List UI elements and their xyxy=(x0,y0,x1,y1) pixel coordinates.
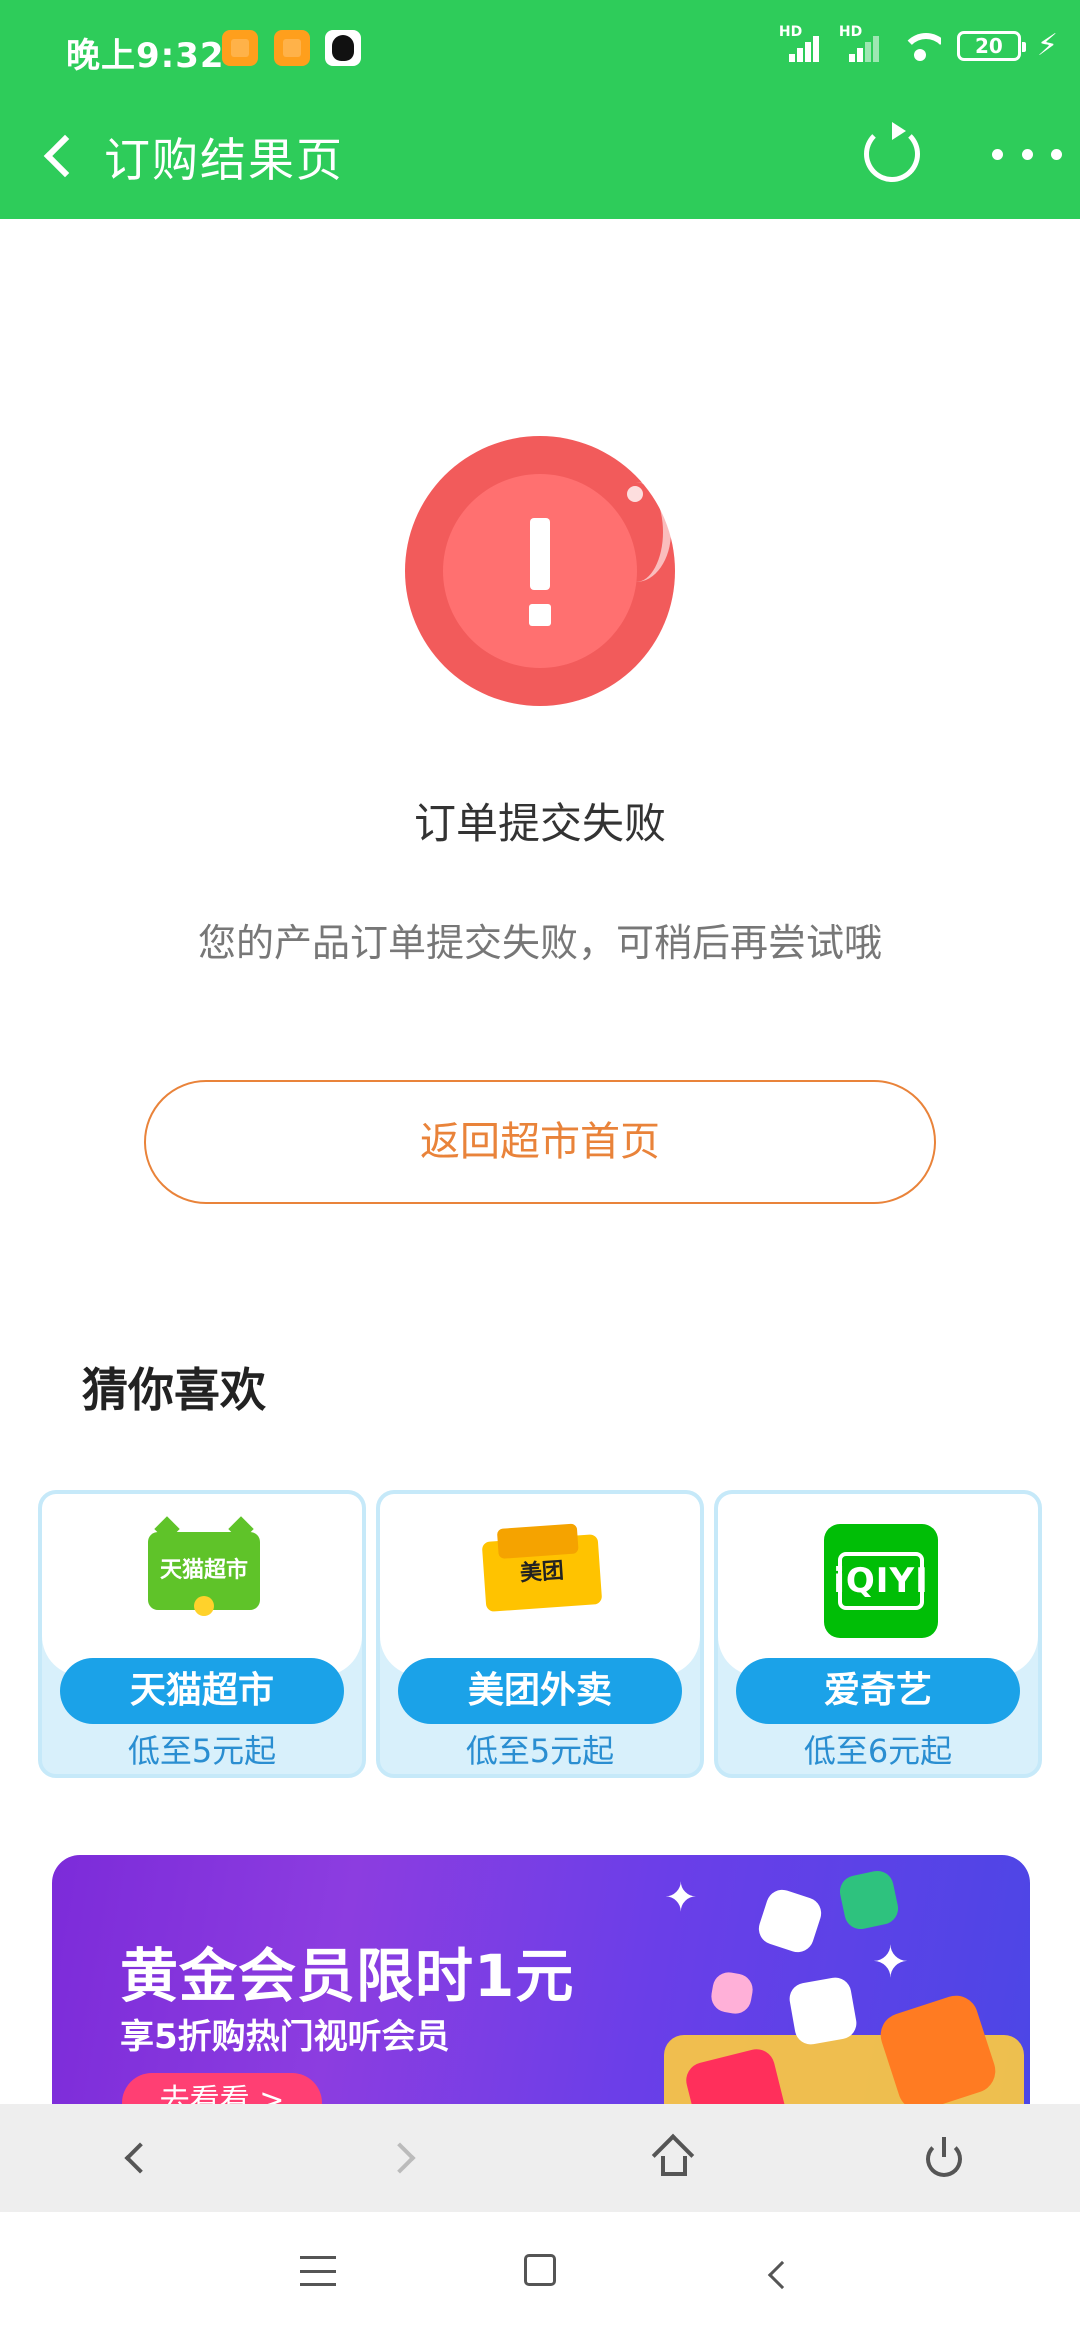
system-nav-bar xyxy=(0,2212,1080,2340)
promo-banner[interactable]: ✦ ✦ 黄金会员限时1元 享5折购热门视听会员 去看看 > xyxy=(52,1855,1030,2105)
charging-icon: ⚡ xyxy=(1036,28,1058,63)
sparkle-icon: ✦ xyxy=(872,1937,909,1988)
recommend-card-name: 天猫超市 xyxy=(60,1658,344,1724)
recommend-card-price: 低至6元起 xyxy=(803,1732,953,1770)
more-menu-button[interactable] xyxy=(992,144,1062,164)
recommend-card-tmall[interactable]: 天猫超市 天猫超市 低至5元起 xyxy=(38,1490,366,1778)
signal-icon: HD xyxy=(779,24,823,62)
recommend-card-meituan[interactable]: 美团 美团外卖 低至5元起 xyxy=(376,1490,704,1778)
notification-icon xyxy=(274,30,310,66)
tencent-video-app-icon xyxy=(787,1975,859,2047)
meituan-logo: 美团 xyxy=(481,1534,603,1612)
result-status: 订单提交失败 xyxy=(413,799,666,848)
return-home-button[interactable]: 返回超市首页 xyxy=(144,1080,936,1204)
power-icon[interactable] xyxy=(912,2126,976,2190)
signal-icon: HD xyxy=(839,24,883,62)
tmall-supermarket-logo: 天猫超市 xyxy=(148,1516,260,1616)
battery-icon: 20 xyxy=(956,30,1026,61)
home-icon[interactable] xyxy=(642,2126,706,2190)
page-title: 订购结果页 xyxy=(104,133,344,187)
banner-title: 黄金会员限时1元 xyxy=(120,1942,575,2010)
back-icon[interactable] xyxy=(104,2126,168,2190)
exclamation-icon xyxy=(405,436,675,706)
browser-toolbar xyxy=(0,2104,1080,2212)
iqiyi-logo: iQIYI xyxy=(824,1524,938,1638)
battery-level: 20 xyxy=(975,33,1003,58)
app-top-bar: 晚上9:32 HD HD 20 ⚡ 订购结果页 xyxy=(0,0,1080,219)
status-bar: 晚上9:32 HD HD 20 ⚡ xyxy=(0,0,1080,98)
app-icon xyxy=(708,1969,756,2017)
youku-app-icon xyxy=(754,1885,826,1957)
notification-icon xyxy=(222,30,258,66)
status-indicators: HD HD 20 ⚡ xyxy=(779,24,1058,64)
home-square-icon[interactable] xyxy=(524,2254,556,2286)
recommend-card-name: 爱奇艺 xyxy=(736,1658,1020,1724)
qq-icon xyxy=(325,30,361,66)
back-button[interactable] xyxy=(30,120,90,192)
recommend-list: 天猫超市 天猫超市 低至5元起 美团 美团外卖 低至5元起 iQIYI 爱奇艺 … xyxy=(38,1490,1042,1780)
refresh-button[interactable] xyxy=(860,122,924,186)
recommend-card-name: 美团外卖 xyxy=(398,1658,682,1724)
forward-icon[interactable] xyxy=(372,2126,436,2190)
banner-button[interactable]: 去看看 > xyxy=(122,2073,322,2105)
banner-subtitle: 享5折购热门视听会员 xyxy=(120,2017,450,2057)
recommend-title: 猜你喜欢 xyxy=(82,1363,266,1417)
recommend-card-price: 低至5元起 xyxy=(127,1732,277,1770)
recommend-card-price: 低至5元起 xyxy=(465,1732,615,1770)
header: 订购结果页 xyxy=(0,98,1080,219)
status-time: 晚上9:32 xyxy=(66,36,225,76)
iqiyi-app-icon xyxy=(836,1867,902,1933)
recommend-card-iqiyi[interactable]: iQIYI 爱奇艺 低至6元起 xyxy=(714,1490,1042,1778)
menu-icon[interactable] xyxy=(300,2256,336,2286)
wifi-icon xyxy=(899,29,941,63)
sparkle-icon: ✦ xyxy=(664,1875,698,1921)
back-arrow-icon xyxy=(43,134,87,178)
back-icon[interactable] xyxy=(760,2256,800,2296)
result-message: 您的产品订单提交失败，可稍后再尝试哦 xyxy=(197,921,882,965)
